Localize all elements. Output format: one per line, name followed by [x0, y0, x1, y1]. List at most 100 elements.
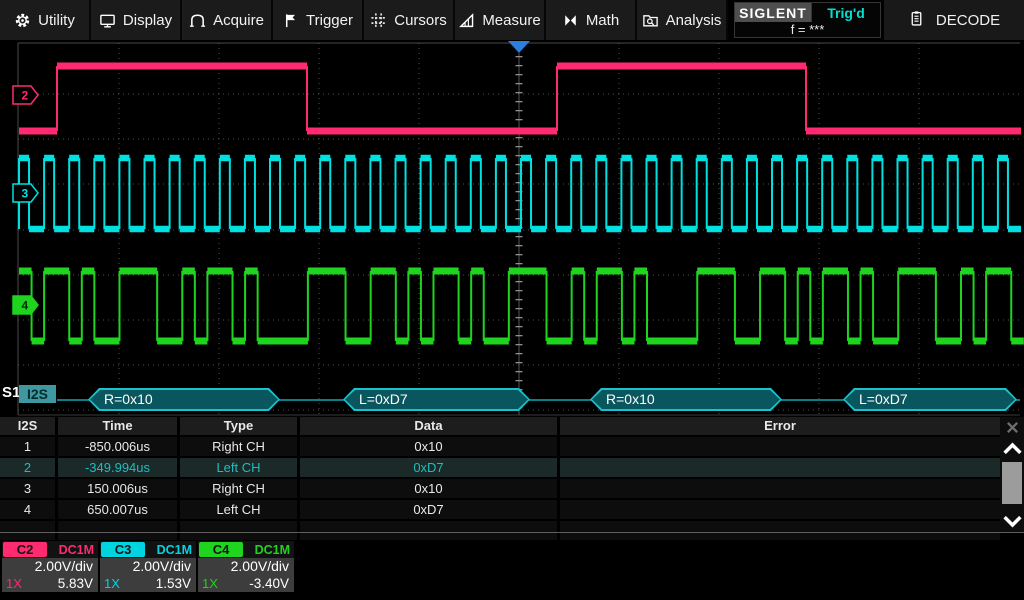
table-bottom-divider: [0, 532, 1024, 533]
frequency-counter: f = ***: [735, 22, 880, 37]
table-row-3-cell[interactable]: Right CH: [180, 477, 300, 498]
menu-item-math[interactable]: Math: [546, 0, 637, 40]
decode-bus-segment-label: L=0xD7: [345, 390, 528, 409]
table-row-4-cell[interactable]: 0xD7: [300, 498, 560, 519]
menu-item-cursors[interactable]: Cursors: [364, 0, 455, 40]
waveform-area: 2 3 4 S1 I2S R=0x10 L=0xD7 R=0x10 L=0xD7: [0, 40, 1024, 417]
channel-scale: 2.00V/div: [100, 558, 196, 575]
table-row-1-cell[interactable]: Right CH: [180, 435, 300, 456]
channel-coupling: DC1M: [146, 543, 196, 557]
decode-bus-segment-label: R=0x10: [592, 390, 780, 409]
menu-item-label: Acquire: [213, 12, 264, 29]
decode-bus-segment: R=0x10: [590, 388, 782, 411]
channel-coupling: DC1M: [244, 543, 294, 557]
channel-scale: 2.00V/div: [198, 558, 294, 575]
table-header-I2S: I2S: [0, 417, 58, 435]
siglent-logo: SIGLENT: [735, 3, 811, 22]
table-row-5-cell[interactable]: [560, 519, 1000, 540]
table-row-5-cell[interactable]: [58, 519, 180, 540]
table-row-2-cell[interactable]: [560, 456, 1000, 477]
acquire-icon: [189, 12, 206, 29]
flag-icon: [282, 12, 299, 29]
menu-item-label: Cursors: [394, 12, 447, 29]
table-scrollbar: [1000, 417, 1024, 532]
table-row-3-cell[interactable]: [560, 477, 1000, 498]
cursors-icon: [370, 12, 387, 29]
scrollbar-thumb[interactable]: [1002, 462, 1022, 504]
table-row-5-cell[interactable]: [180, 519, 300, 540]
chevron-down-icon: [1002, 514, 1023, 529]
decode-result-table: I2STimeTypeDataError1-850.006usRight CH0…: [0, 417, 1000, 540]
clipboard-icon: [908, 10, 925, 31]
channel-marker-label: 3: [22, 187, 29, 201]
decode-bus-segment-label: L=0xD7: [845, 390, 1015, 409]
table-row-3-cell[interactable]: 0x10: [300, 477, 560, 498]
channel-coupling: DC1M: [48, 543, 98, 557]
channel-offset-value: -3.40V: [249, 575, 289, 592]
channel-box-c2[interactable]: C2DC1M2.00V/div1X5.83V: [2, 541, 98, 592]
channel-badge: C3: [101, 542, 145, 557]
table-row-2-cell[interactable]: -349.994us: [58, 456, 180, 477]
table-row-1-cell[interactable]: [560, 435, 1000, 456]
menu-item-utility[interactable]: Utility: [0, 0, 91, 40]
menu-item-acquire[interactable]: Acquire: [182, 0, 273, 40]
chevron-up-icon: [1002, 441, 1023, 456]
scroll-down-button[interactable]: [1000, 510, 1024, 532]
channel-marker-label: 4: [22, 299, 29, 313]
display-icon: [99, 12, 116, 29]
menu-item-label: Measure: [482, 12, 540, 29]
channel-box-c4[interactable]: C4DC1M2.00V/div1X-3.40V: [198, 541, 294, 592]
gear-icon: [14, 12, 31, 29]
trigger-position-marker[interactable]: [508, 41, 530, 53]
menu-item-label: Display: [123, 12, 172, 29]
scrollbar-track[interactable]: [1000, 459, 1024, 510]
menu-item-label: Analysis: [666, 12, 722, 29]
table-row-4-cell[interactable]: 650.007us: [58, 498, 180, 519]
table-header-Error: Error: [560, 417, 1000, 435]
channel-offset-value: 5.83V: [58, 575, 93, 592]
decode-bus-protocol-label[interactable]: I2S: [19, 385, 56, 403]
analysis-icon: [642, 12, 659, 29]
table-header-Time: Time: [58, 417, 180, 435]
bottom-status-bar: Timebase 0.00s 200us/div 5.00Mpts 2.50GS…: [0, 540, 1024, 600]
channel-marker-label: 2: [22, 89, 29, 103]
table-row-3-cell[interactable]: 150.006us: [58, 477, 180, 498]
channel-badge: C4: [199, 542, 243, 557]
menu-bar: Utility Display Acquire Trigger Cursors Measu…: [0, 0, 728, 40]
menu-item-label: Utility: [38, 12, 75, 29]
table-row-4-cell[interactable]: Left CH: [180, 498, 300, 519]
table-row-5-cell[interactable]: [300, 519, 560, 540]
menu-item-label: Math: [586, 12, 619, 29]
table-row-3-cell[interactable]: 3: [0, 477, 58, 498]
table-row-1-cell[interactable]: -850.006us: [58, 435, 180, 456]
decode-bus-segment: R=0x10: [88, 388, 280, 411]
decode-bus-segment-label: R=0x10: [90, 390, 278, 409]
table-row-2-cell[interactable]: 2: [0, 456, 58, 477]
scroll-up-button[interactable]: [1000, 437, 1024, 459]
measure-icon: [458, 12, 475, 29]
channel-badge: C2: [3, 542, 47, 557]
table-row-5-cell[interactable]: [0, 519, 58, 540]
menu-item-analysis[interactable]: Analysis: [637, 0, 728, 40]
menu-item-measure[interactable]: Measure: [455, 0, 546, 40]
table-row-1-cell[interactable]: 1: [0, 435, 58, 456]
channel-box-c3[interactable]: C3DC1M2.00V/div1X1.53V: [100, 541, 196, 592]
table-row-4-cell[interactable]: 4: [0, 498, 58, 519]
decode-bus-id: S1: [2, 384, 20, 401]
table-row-2-cell[interactable]: Left CH: [180, 456, 300, 477]
decode-dialog-tab[interactable]: DECODE: [884, 0, 1024, 40]
menu-item-label: Trigger: [306, 12, 353, 29]
close-icon: [1005, 420, 1020, 435]
table-row-4-cell[interactable]: [560, 498, 1000, 519]
table-row-1-cell[interactable]: 0x10: [300, 435, 560, 456]
graticule: 2 3 4: [0, 40, 1024, 417]
channel-probe: 1X: [104, 575, 120, 592]
menu-item-trigger[interactable]: Trigger: [273, 0, 364, 40]
decode-bus-segment: L=0xD7: [343, 388, 530, 411]
table-header-Type: Type: [180, 417, 300, 435]
menu-item-display[interactable]: Display: [91, 0, 182, 40]
math-icon: [562, 12, 579, 29]
close-table-button[interactable]: [1000, 417, 1024, 437]
table-row-2-cell[interactable]: 0xD7: [300, 456, 560, 477]
table-header-Data: Data: [300, 417, 560, 435]
